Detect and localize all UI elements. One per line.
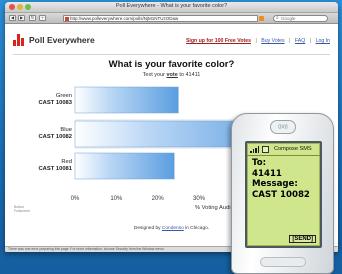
category-label-green: Green [56, 93, 72, 99]
window-title: Poll Everywhere - What is your favorite … [115, 3, 228, 9]
add-bookmark-button[interactable]: + [39, 15, 46, 21]
back-button[interactable]: ◀ [9, 15, 16, 21]
title-bar: Poll Everywhere - What is your favorite … [5, 2, 338, 13]
phone-nav-key[interactable] [260, 257, 306, 267]
refresh-button[interactable]: ↻ [29, 15, 36, 21]
bar-green [74, 86, 179, 114]
fullscreen-note: Fullscreen [14, 209, 30, 213]
search-icon: ⌕ [276, 15, 279, 21]
message-field[interactable]: CAST 10082 [252, 190, 317, 201]
x-tick-label: 0% [71, 196, 80, 202]
site-favicon-icon [65, 17, 69, 21]
send-button[interactable]: [SEND] [289, 235, 316, 243]
x-tick-label: 30% [193, 196, 206, 202]
earpiece-icon: ((o)) [270, 120, 296, 134]
phone-screen: Compose SMS To: 41411 Message: CAST 1008… [245, 141, 322, 248]
signal-strength-icon [250, 146, 259, 153]
address-bar[interactable]: http://www.polleverywhere.com/polls/NjM1… [63, 15, 258, 22]
category-code-blue: CAST 10082 [38, 134, 72, 140]
mobile-phone: ((o)) Compose SMS To: 41411 Message: CAS… [231, 113, 334, 274]
to-field[interactable]: 41411 [252, 169, 317, 180]
designer-link[interactable]: Condenso [162, 226, 184, 231]
category-code-red: CAST 10081 [38, 166, 72, 172]
to-label: To: [252, 158, 267, 168]
x-tick-label: 20% [152, 196, 165, 202]
search-placeholder: Google [281, 16, 296, 21]
bar-red [74, 152, 175, 180]
browser-toolbar: ◀ ▶ ↻ + http://www.polleverywhere.com/po… [5, 13, 338, 24]
message-label: Message: [252, 179, 298, 189]
search-input[interactable]: ⌕ Google [273, 15, 328, 22]
x-tick-label: 10% [110, 196, 123, 202]
rss-icon[interactable] [259, 16, 264, 21]
sms-title: Compose SMS [274, 146, 312, 152]
sim-card-icon [262, 146, 269, 153]
sms-header: Compose SMS [247, 143, 320, 156]
category-code-green: CAST 10083 [38, 100, 72, 106]
category-label-blue: Blue [60, 127, 72, 133]
category-label-red: Red [61, 159, 72, 165]
forward-button[interactable]: ▶ [18, 15, 25, 21]
address-bar-text: http://www.polleverywhere.com/polls/NjM1… [70, 16, 179, 21]
sms-compose-form: To: 41411 Message: CAST 10082 [252, 158, 317, 200]
